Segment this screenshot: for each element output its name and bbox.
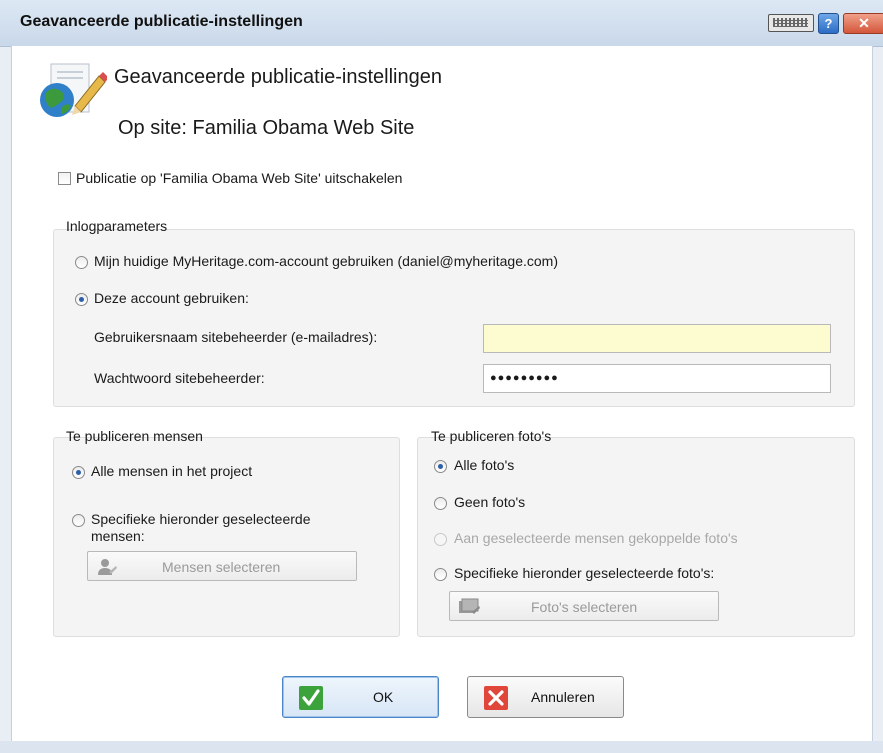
password-label: Wachtwoord sitebeheerder: bbox=[94, 370, 265, 386]
people-icon bbox=[98, 559, 117, 575]
window-bottom-edge bbox=[0, 741, 883, 753]
globe-pencil-icon bbox=[40, 63, 107, 117]
help-icon[interactable]: ? bbox=[818, 13, 839, 34]
keyboard-icon[interactable] bbox=[768, 14, 814, 32]
no-photos-label[interactable]: Geen foto's bbox=[454, 494, 525, 510]
password-field[interactable]: ●●●●●●●●● bbox=[483, 364, 831, 393]
cancel-button[interactable]: Annuleren bbox=[467, 676, 624, 718]
people-legend: Te publiceren mensen bbox=[66, 428, 203, 444]
all-photos-label[interactable]: Alle foto's bbox=[454, 457, 514, 473]
radio-no-photos[interactable] bbox=[434, 497, 447, 510]
specific-people-label-1[interactable]: Specifieke hieronder geselecteerde bbox=[91, 511, 310, 527]
radio-all-people[interactable] bbox=[72, 466, 85, 479]
username-label: Gebruikersnaam sitebeheerder (e-mailadre… bbox=[94, 329, 378, 345]
title-bar[interactable]: Geavanceerde publicatie-instellingen ? ✕ bbox=[0, 0, 883, 47]
all-people-label[interactable]: Alle mensen in het project bbox=[91, 463, 252, 479]
login-parameters-legend: Inlogparameters bbox=[66, 218, 168, 234]
linked-photos-label: Aan geselecteerde mensen gekoppelde foto… bbox=[454, 530, 738, 546]
disable-publishing-checkbox[interactable] bbox=[58, 172, 71, 185]
select-photos-button[interactable]: Foto's selecteren bbox=[449, 591, 719, 621]
dialog-heading: Geavanceerde publicatie-instellingen bbox=[114, 66, 442, 88]
disable-publishing-label[interactable]: Publicatie op 'Familia Obama Web Site' u… bbox=[76, 170, 402, 186]
current-account-label[interactable]: Mijn huidige MyHeritage.com-account gebr… bbox=[94, 253, 558, 269]
specific-people-label-2[interactable]: mensen: bbox=[91, 528, 145, 544]
check-icon bbox=[299, 686, 323, 710]
radio-specific-photos[interactable] bbox=[434, 568, 447, 581]
radio-specific-people[interactable] bbox=[72, 514, 85, 527]
site-line: Op site: Familia Obama Web Site bbox=[118, 117, 415, 139]
select-photos-label: Foto's selecteren bbox=[531, 599, 638, 615]
select-people-button[interactable]: Mensen selecteren bbox=[87, 551, 357, 581]
ok-button[interactable]: OK bbox=[282, 676, 439, 718]
radio-this-account[interactable] bbox=[75, 293, 88, 306]
photos-legend: Te publiceren foto's bbox=[431, 428, 552, 444]
select-people-label: Mensen selecteren bbox=[162, 559, 281, 575]
x-icon bbox=[484, 686, 508, 710]
radio-linked-photos bbox=[434, 533, 447, 546]
cancel-label: Annuleren bbox=[531, 689, 595, 705]
this-account-label[interactable]: Deze account gebruiken: bbox=[94, 290, 249, 306]
dialog-window: Geavanceerde publicatie-instellingen ? ✕… bbox=[0, 0, 883, 753]
photos-icon bbox=[459, 598, 480, 614]
username-field[interactable] bbox=[483, 324, 831, 353]
radio-current-account[interactable] bbox=[75, 256, 88, 269]
specific-photos-label[interactable]: Specifieke hieronder geselecteerde foto'… bbox=[454, 565, 714, 581]
radio-all-photos[interactable] bbox=[434, 460, 447, 473]
window-title: Geavanceerde publicatie-instellingen bbox=[20, 13, 303, 30]
ok-label: OK bbox=[373, 689, 394, 705]
close-icon[interactable]: ✕ bbox=[843, 13, 883, 34]
